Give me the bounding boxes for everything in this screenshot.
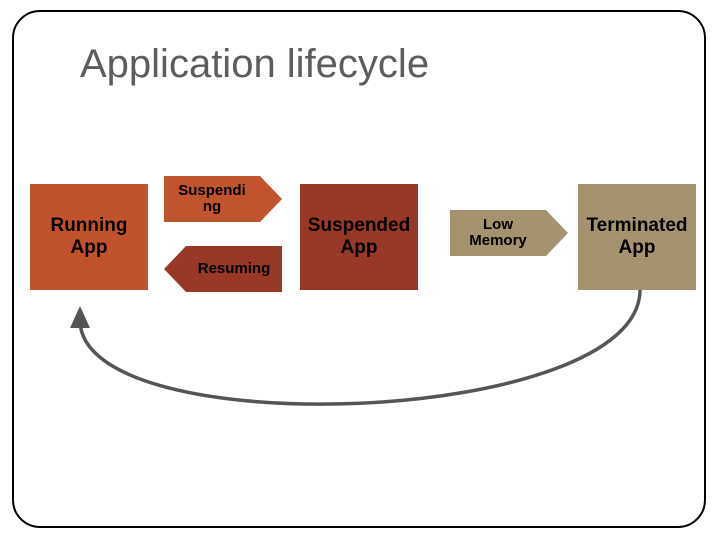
slide-title: Application lifecycle [80,42,429,87]
state-suspended-app: SuspendedApp [300,184,418,290]
state-label: TerminatedApp [586,215,687,259]
state-label: RunningApp [50,215,127,259]
arrow-suspending: Suspending [164,176,260,222]
state-terminated-app: TerminatedApp [578,184,696,290]
arrow-label: Suspending [178,183,246,216]
state-running-app: RunningApp [30,184,148,290]
arrow-resuming: Resuming [186,246,282,292]
arrow-label: Resuming [198,261,271,278]
arrow-label: LowMemory [469,217,527,250]
state-label: SuspendedApp [308,215,410,259]
arrow-low-memory: LowMemory [450,210,546,256]
